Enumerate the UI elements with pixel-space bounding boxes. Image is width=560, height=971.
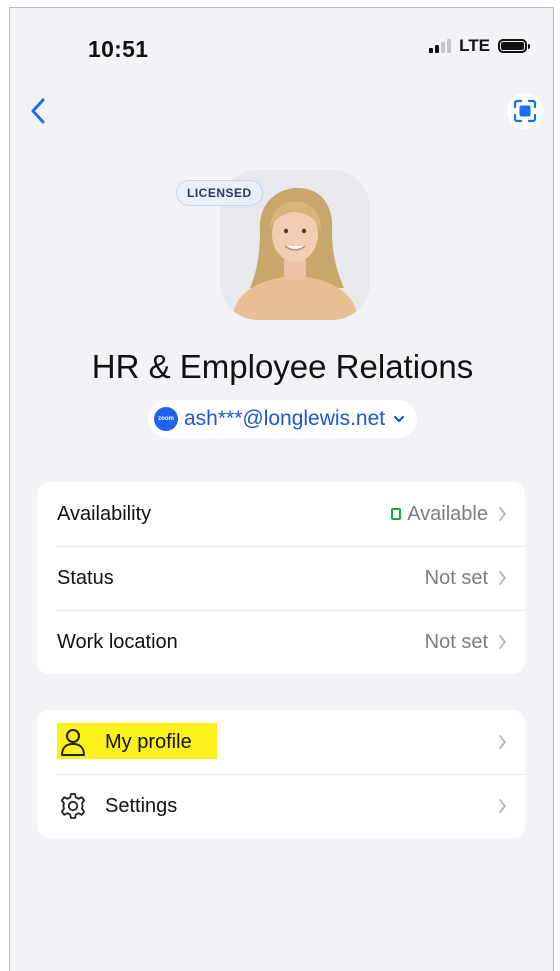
account-email: ash***@longlewis.net xyxy=(184,407,386,430)
chevron-right-icon xyxy=(498,570,507,586)
chevron-right-icon xyxy=(498,634,507,650)
scan-button[interactable] xyxy=(507,93,543,129)
profile-name: HR & Employee Relations xyxy=(91,348,474,385)
battery-icon xyxy=(498,39,530,53)
work-location-row[interactable]: Work location Not set xyxy=(37,610,525,674)
chevron-right-icon xyxy=(498,506,507,522)
status-label: Status xyxy=(57,566,114,589)
availability-value: Available xyxy=(391,503,488,526)
zoom-logo-icon: zoom xyxy=(154,407,178,431)
gear-icon xyxy=(57,790,89,822)
licensed-badge: LICENSED xyxy=(176,180,263,206)
presence-card: Availability Available Status Not set Wo… xyxy=(37,482,525,674)
chevron-right-icon xyxy=(498,798,507,814)
phone-screen: 10:51 LTE LICENSED HR & Employee Relatio… xyxy=(9,7,554,971)
availability-value-text: Available xyxy=(407,502,488,525)
chevron-down-icon xyxy=(393,415,405,423)
status-value: Not set xyxy=(424,566,488,589)
work-location-label: Work location xyxy=(57,630,178,653)
status-indicators: LTE xyxy=(429,36,530,56)
settings-label: Settings xyxy=(105,794,178,817)
scan-icon xyxy=(513,99,537,123)
status-time: 10:51 xyxy=(88,36,149,62)
person-icon xyxy=(57,726,89,758)
my-profile-row[interactable]: My profile xyxy=(37,710,525,774)
settings-row[interactable]: Settings xyxy=(37,774,525,838)
chevron-right-icon xyxy=(498,734,507,750)
menu-card: My profile Settings xyxy=(37,710,525,838)
my-profile-label: My profile xyxy=(105,730,192,753)
chevron-left-icon xyxy=(31,98,45,124)
account-switcher[interactable]: zoom ash***@longlewis.net xyxy=(148,400,418,438)
work-location-value: Not set xyxy=(424,630,488,653)
status-row[interactable]: Status Not set xyxy=(37,546,525,610)
signal-icon xyxy=(429,39,452,53)
availability-row[interactable]: Availability Available xyxy=(37,482,525,546)
back-button[interactable] xyxy=(24,94,52,128)
availability-label: Availability xyxy=(57,502,152,525)
network-label: LTE xyxy=(459,36,490,55)
available-status-icon xyxy=(391,508,402,520)
